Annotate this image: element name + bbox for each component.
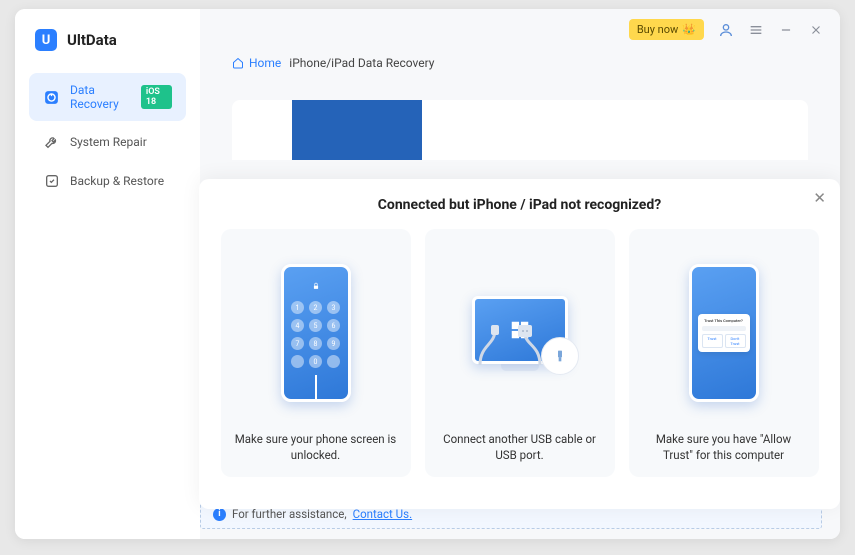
- crown-icon: 👑: [682, 23, 696, 36]
- contact-us-link[interactable]: Contact Us.: [353, 507, 412, 521]
- buy-label: Buy now: [637, 23, 678, 36]
- dont-trust-button: Don't Trust: [725, 334, 746, 348]
- wrench-icon: [43, 133, 60, 150]
- user-icon[interactable]: [718, 22, 734, 38]
- troubleshoot-modal: ✕ Connected but iPhone / iPad not recogn…: [199, 179, 840, 509]
- sidebar-item-data-recovery[interactable]: Data Recovery iOS 18: [29, 73, 186, 121]
- buy-now-button[interactable]: Buy now 👑: [629, 19, 704, 40]
- info-icon: i: [213, 508, 226, 521]
- usb-illustration: [435, 243, 605, 423]
- home-icon: [232, 57, 244, 69]
- footer-text: For further assistance,: [232, 507, 347, 521]
- keypad: 123 456 789 0: [291, 301, 340, 368]
- minimize-icon[interactable]: [778, 22, 794, 38]
- card-usb-cable: Connect another USB cable or USB port.: [425, 229, 615, 477]
- cables-icon: [460, 325, 580, 365]
- card-allow-trust: Trust This Computer? Trust Don't Trust M…: [629, 229, 819, 477]
- app-name: UltData: [67, 31, 117, 49]
- unlock-illustration: 123 456 789 0: [231, 243, 401, 423]
- ios-badge: iOS 18: [141, 85, 172, 109]
- app-window: U UltData Data Recovery iOS 18 System Re…: [15, 9, 840, 539]
- logo: U UltData: [15, 29, 200, 71]
- modal-close-button[interactable]: ✕: [813, 189, 826, 207]
- background-panel: [232, 100, 808, 160]
- modal-title: Connected but iPhone / iPad not recogniz…: [223, 197, 816, 213]
- card-caption: Make sure your phone screen is unlocked.: [231, 431, 401, 463]
- main-area: Buy now 👑 Home iPhone/iPad Data Recovery: [200, 9, 840, 539]
- card-caption: Connect another USB cable or USB port.: [435, 431, 605, 463]
- close-icon[interactable]: [808, 22, 824, 38]
- sidebar-item-label: System Repair: [70, 135, 147, 149]
- titlebar: Buy now 👑: [200, 9, 840, 50]
- breadcrumb-home-label: Home: [249, 56, 281, 70]
- backup-icon: [43, 172, 60, 189]
- logo-icon: U: [35, 29, 57, 51]
- sidebar-item-label: Backup & Restore: [70, 174, 164, 188]
- selected-tab-bg: [292, 100, 422, 160]
- trust-dialog-title: Trust This Computer?: [702, 318, 746, 323]
- sidebar-item-backup-restore[interactable]: Backup & Restore: [29, 162, 186, 199]
- breadcrumb: Home iPhone/iPad Data Recovery: [200, 50, 840, 76]
- trust-dialog: Trust This Computer? Trust Don't Trust: [698, 314, 750, 352]
- sidebar: U UltData Data Recovery iOS 18 System Re…: [15, 9, 200, 539]
- breadcrumb-current: iPhone/iPad Data Recovery: [289, 56, 434, 70]
- data-recovery-icon: [43, 89, 60, 106]
- card-unlock-screen: 123 456 789 0 Make sure your phone scree…: [221, 229, 411, 477]
- card-caption: Make sure you have "Allow Trust" for thi…: [639, 431, 809, 463]
- trust-button: Trust: [702, 334, 723, 348]
- sidebar-item-label: Data Recovery: [70, 83, 131, 111]
- cards-row: 123 456 789 0 Make sure your phone scree…: [223, 229, 816, 477]
- sidebar-item-system-repair[interactable]: System Repair: [29, 123, 186, 160]
- lock-icon: [311, 281, 321, 291]
- breadcrumb-home[interactable]: Home: [232, 56, 281, 70]
- menu-icon[interactable]: [748, 22, 764, 38]
- trust-illustration: Trust This Computer? Trust Don't Trust: [639, 243, 809, 423]
